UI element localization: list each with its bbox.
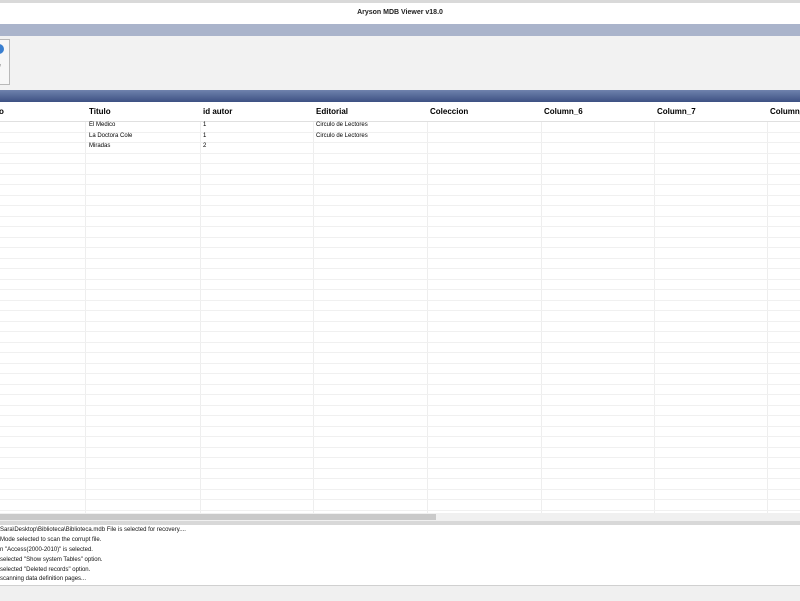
- menu-bar: [0, 24, 800, 36]
- table-tabs-bar: [0, 90, 800, 102]
- ribbon-mode-label: de: [0, 63, 1, 69]
- cell-titulo: El Medico: [89, 122, 116, 128]
- scrollbar-thumb[interactable]: [0, 514, 436, 520]
- log-line: Mode selected to scan the corrupt file.: [0, 537, 102, 543]
- column-header-titulo[interactable]: Titulo: [89, 107, 111, 116]
- ribbon-toolbar: de: [0, 36, 800, 88]
- cell-id-autor: 2: [203, 143, 207, 149]
- log-line: selected "Deleted records" option.: [0, 567, 91, 573]
- grid-rows: El Medico 1 Circulo de Lectores La Docto…: [0, 121, 800, 513]
- cell-editorial: Circulo de Lectores: [316, 122, 368, 128]
- data-grid: o Titulo id autor Editorial Coleccion Co…: [0, 103, 800, 513]
- log-panel: Sara\Desktop\Biblioteca\Biblioteca.mdb F…: [0, 525, 800, 585]
- horizontal-scrollbar[interactable]: [0, 513, 800, 521]
- grid-header: o Titulo id autor Editorial Coleccion Co…: [0, 103, 800, 122]
- ribbon-mode-button[interactable]: de: [0, 39, 10, 85]
- log-line: Sara\Desktop\Biblioteca\Biblioteca.mdb F…: [0, 527, 186, 533]
- cell-id-autor: 1: [203, 122, 207, 128]
- cell-editorial: Circulo de Lectores: [316, 132, 368, 139]
- mode-icon: [0, 44, 4, 54]
- column-header-coleccion[interactable]: Coleccion: [430, 107, 468, 116]
- column-header-column-8[interactable]: Column_: [770, 107, 800, 116]
- cell-titulo: Miradas: [89, 143, 111, 149]
- window-title: Aryson MDB Viewer v18.0: [357, 9, 443, 16]
- cell-titulo: La Doctora Cole: [89, 132, 133, 139]
- column-header-id[interactable]: o: [0, 107, 4, 116]
- log-line: n "Access(2000-2010)" is selected.: [0, 547, 93, 553]
- log-line: selected "Show system Tables" option.: [0, 557, 103, 563]
- column-header-id-autor[interactable]: id autor: [203, 107, 232, 116]
- cell-id-autor: 1: [203, 132, 207, 139]
- column-header-editorial[interactable]: Editorial: [316, 107, 348, 116]
- title-bar: Aryson MDB Viewer v18.0: [0, 0, 800, 24]
- column-header-column-6[interactable]: Column_6: [544, 107, 583, 116]
- log-line: scanning data definition pages...: [0, 576, 87, 582]
- status-bar: [0, 585, 800, 601]
- column-header-column-7[interactable]: Column_7: [657, 107, 696, 116]
